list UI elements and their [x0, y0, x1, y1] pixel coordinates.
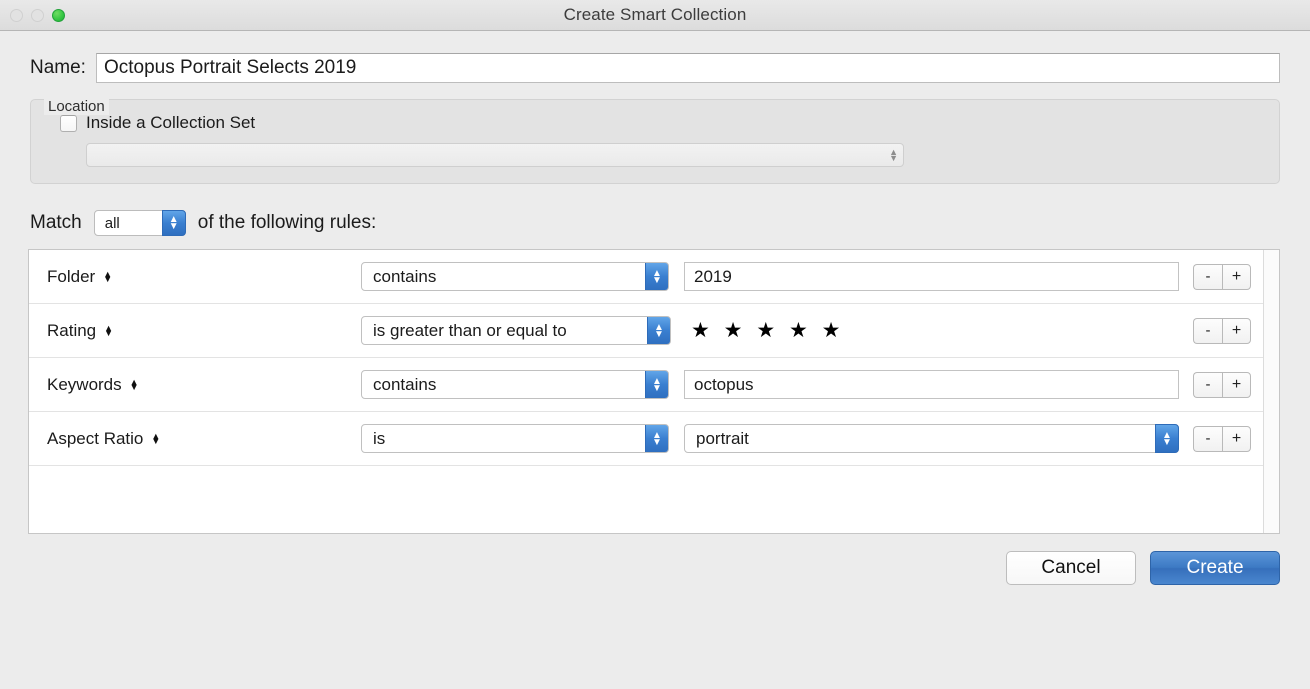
- add-rule-button[interactable]: +: [1222, 372, 1251, 398]
- chevron-updown-icon: ▲▼: [645, 262, 669, 291]
- inside-collection-set-row[interactable]: Inside a Collection Set: [31, 113, 1279, 133]
- match-type-value: all: [105, 215, 120, 232]
- table-row[interactable]: Rating ▲▼ is greater than or equal to ▲▼…: [29, 304, 1263, 358]
- table-row[interactable]: Aspect Ratio ▲▼ is ▲▼ portrait ▲▼ - +: [29, 412, 1263, 466]
- name-input[interactable]: Octopus Portrait Selects 2019: [96, 53, 1280, 83]
- chevron-updown-icon: ▲▼: [647, 316, 671, 345]
- location-group: Location Inside a Collection Set ▲▼: [30, 99, 1280, 184]
- chevron-updown-icon: ▲▼: [103, 272, 112, 282]
- rule-add-remove-buttons: - +: [1193, 318, 1251, 344]
- rule-add-remove-buttons: - +: [1193, 264, 1251, 290]
- rule-operator-popup[interactable]: is ▲▼: [361, 424, 669, 453]
- location-group-label: Location: [44, 98, 109, 115]
- rule-operator-popup[interactable]: contains ▲▼: [361, 262, 669, 291]
- chevron-updown-icon: ▲▼: [130, 380, 139, 390]
- rule-value-area: portrait ▲▼ - +: [669, 424, 1263, 453]
- add-rule-button[interactable]: +: [1222, 318, 1251, 344]
- rule-operator-label: is greater than or equal to: [373, 321, 567, 341]
- collection-set-popup[interactable]: ▲▼: [86, 143, 904, 167]
- chevron-updown-icon: ▲▼: [104, 326, 113, 336]
- inside-collection-set-label: Inside a Collection Set: [86, 113, 255, 133]
- chevron-updown-icon: ▲▼: [1155, 424, 1179, 453]
- remove-rule-button[interactable]: -: [1193, 426, 1222, 452]
- rule-criterion-label: Rating: [47, 321, 96, 341]
- chevron-updown-icon: ▲▼: [645, 370, 669, 399]
- name-label: Name:: [30, 57, 86, 79]
- rule-rating-stars[interactable]: ★ ★ ★ ★ ★: [686, 320, 844, 341]
- window-title: Create Smart Collection: [0, 5, 1310, 25]
- minimize-button-icon[interactable]: [31, 9, 44, 22]
- remove-rule-button[interactable]: -: [1193, 318, 1222, 344]
- rule-criterion-popup[interactable]: Rating ▲▼: [47, 321, 361, 341]
- table-row[interactable]: Folder ▲▼ contains ▲▼ 2019 - +: [29, 250, 1263, 304]
- traffic-light-group: [10, 0, 65, 30]
- match-type-popup[interactable]: all ▲▼: [94, 210, 186, 236]
- rules-panel: Folder ▲▼ contains ▲▼ 2019 - + Rating ▲▼: [28, 249, 1280, 534]
- rule-value-label: portrait: [696, 429, 749, 449]
- rules-empty-area: [29, 466, 1263, 533]
- add-rule-button[interactable]: +: [1222, 426, 1251, 452]
- location-group-box: Inside a Collection Set ▲▼: [30, 99, 1280, 184]
- window-titlebar: Create Smart Collection: [0, 0, 1310, 31]
- close-button-icon[interactable]: [10, 9, 23, 22]
- rule-operator-popup[interactable]: is greater than or equal to ▲▼: [361, 316, 671, 345]
- zoom-button-icon[interactable]: [52, 9, 65, 22]
- rule-criterion-popup[interactable]: Aspect Ratio ▲▼: [47, 429, 361, 449]
- rule-add-remove-buttons: - +: [1193, 372, 1251, 398]
- rule-operator-popup[interactable]: contains ▲▼: [361, 370, 669, 399]
- rule-operator-label: contains: [373, 375, 436, 395]
- remove-rule-button[interactable]: -: [1193, 372, 1222, 398]
- dialog-footer: Cancel Create: [0, 534, 1310, 585]
- chevron-updown-icon: ▲▼: [645, 424, 669, 453]
- chevron-updown-icon: ▲▼: [151, 434, 160, 444]
- rule-add-remove-buttons: - +: [1193, 426, 1251, 452]
- rules-list: Folder ▲▼ contains ▲▼ 2019 - + Rating ▲▼: [29, 250, 1263, 533]
- name-row: Name: Octopus Portrait Selects 2019: [0, 31, 1310, 83]
- rule-criterion-label: Folder: [47, 267, 95, 287]
- rule-value-area: 2019 - +: [669, 262, 1263, 291]
- cancel-button[interactable]: Cancel: [1006, 551, 1136, 585]
- rule-criterion-popup[interactable]: Keywords ▲▼: [47, 375, 361, 395]
- rule-value-input[interactable]: octopus: [684, 370, 1179, 399]
- rule-value-popup[interactable]: portrait ▲▼: [684, 424, 1179, 453]
- create-button[interactable]: Create: [1150, 551, 1280, 585]
- rules-scrollbar[interactable]: [1263, 250, 1279, 533]
- rule-value-area: ★ ★ ★ ★ ★ - +: [671, 318, 1263, 344]
- rule-criterion-label: Keywords: [47, 375, 122, 395]
- rule-criterion-popup[interactable]: Folder ▲▼: [47, 267, 361, 287]
- rule-operator-label: contains: [373, 267, 436, 287]
- collection-set-popup-row: ▲▼: [31, 133, 1279, 167]
- rule-value-area: octopus - +: [669, 370, 1263, 399]
- add-rule-button[interactable]: +: [1222, 264, 1251, 290]
- match-prefix-label: Match: [30, 212, 82, 234]
- match-row: Match all ▲▼ of the following rules:: [0, 184, 1310, 236]
- chevron-updown-icon: ▲▼: [889, 149, 898, 161]
- table-row[interactable]: Keywords ▲▼ contains ▲▼ octopus - +: [29, 358, 1263, 412]
- inside-collection-set-checkbox[interactable]: [60, 115, 77, 132]
- rule-criterion-label: Aspect Ratio: [47, 429, 143, 449]
- rule-operator-label: is: [373, 429, 385, 449]
- remove-rule-button[interactable]: -: [1193, 264, 1222, 290]
- match-suffix-label: of the following rules:: [198, 212, 377, 234]
- rule-value-input[interactable]: 2019: [684, 262, 1179, 291]
- chevron-updown-icon: ▲▼: [162, 210, 186, 236]
